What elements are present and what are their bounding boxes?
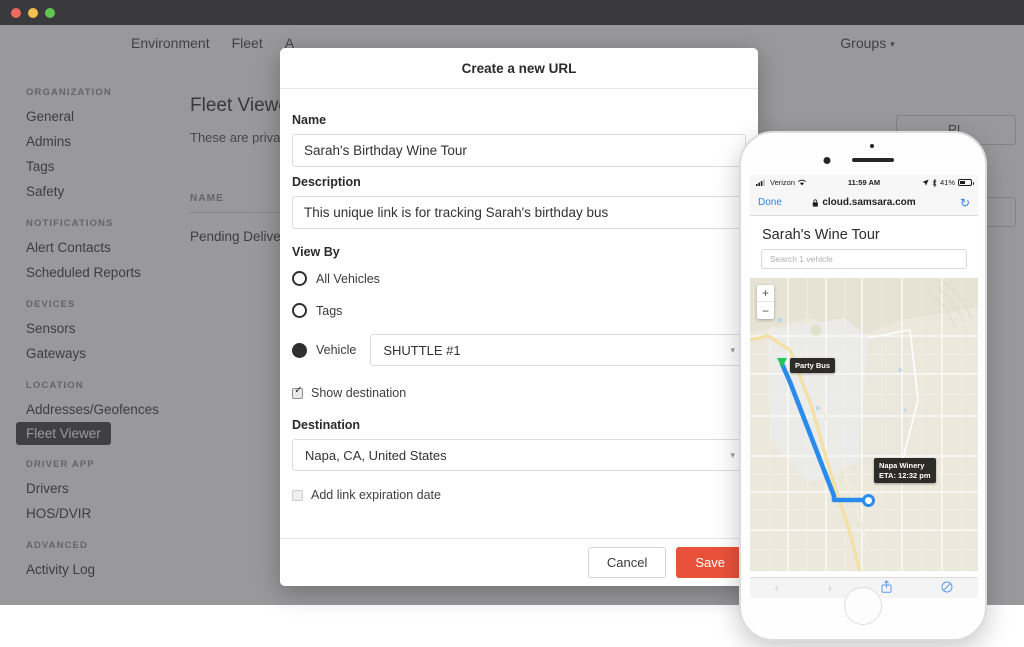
maximize-window-icon[interactable] [45, 8, 55, 18]
tracking-page-title: Sarah's Wine Tour [762, 227, 880, 243]
modal-title: Create a new URL [280, 48, 758, 89]
url-text-label: cloud.samsara.com [822, 197, 916, 208]
front-camera-icon [823, 157, 831, 164]
search-input[interactable]: Search 1 vehicle [761, 249, 967, 269]
location-arrow-icon [922, 179, 929, 186]
checkbox-add-link-expiration[interactable]: Add link expiration date [292, 488, 746, 502]
bookmarks-icon[interactable] [941, 581, 953, 596]
destination-info-label[interactable]: Napa Winery ETA: 12:32 pm [874, 458, 936, 484]
destination-marker-icon[interactable] [862, 494, 875, 507]
status-bar-time: 11:59 AM [847, 178, 881, 187]
checkbox-icon-show-destination [292, 385, 304, 399]
phone-mockup: Verizon 11:59 AM 41% Done cloud.samsara.… [739, 131, 987, 641]
phone-top-bezel [741, 133, 985, 175]
phone-screen: Verizon 11:59 AM 41% Done cloud.samsara.… [750, 175, 978, 577]
name-label: Name [292, 113, 327, 127]
window-titlebar [0, 0, 1024, 25]
save-button[interactable]: Save [676, 547, 744, 578]
window-traffic-lights [11, 8, 55, 18]
vehicle-marker-icon[interactable] [777, 358, 787, 368]
radio-label-vehicle: Vehicle [316, 343, 357, 357]
close-window-icon[interactable] [11, 8, 21, 18]
vehicle-label[interactable]: Party Bus [790, 358, 836, 374]
chevron-down-icon: ▾ [730, 449, 735, 460]
destination-label: Destination [292, 418, 361, 432]
back-icon[interactable]: ‹ [775, 581, 779, 595]
checkbox-label-add-link-expiration: Add link expiration date [311, 488, 441, 502]
forward-icon[interactable]: › [828, 581, 832, 595]
name-input[interactable]: Sarah's Birthday Wine Tour [292, 134, 746, 167]
earpiece-speaker-icon [852, 158, 894, 162]
radio-icon-all-vehicles [292, 271, 307, 286]
destination-select[interactable]: Napa, CA, United States ▾ [292, 439, 746, 471]
destination-name: Napa Winery [879, 460, 925, 470]
cancel-button[interactable]: Cancel [587, 547, 667, 578]
safari-url-bar: Done cloud.samsara.com ↻ [750, 190, 978, 216]
create-url-modal: Create a new URL Name Sarah's Birthday W… [280, 48, 758, 586]
radio-label-tags: Tags [316, 303, 343, 318]
vehicle-search-wrapper: Search 1 vehicle [750, 249, 978, 278]
battery-percent-label: 41% [939, 178, 955, 187]
description-label: Description [292, 175, 361, 189]
minimize-window-icon[interactable] [28, 8, 38, 18]
status-bar-left: Verizon [756, 178, 806, 187]
radio-option-vehicle[interactable]: Vehicle SHUTTLE #1 ▾ [292, 334, 746, 366]
chevron-down-icon: ▾ [730, 344, 735, 355]
modal-footer: Cancel Save [280, 538, 758, 586]
zoom-out-button[interactable]: − [757, 302, 774, 319]
checkbox-icon-add-link-expiration [292, 489, 303, 501]
zoom-in-button[interactable]: + [757, 285, 774, 302]
destination-eta: ETA: 12:32 pm [879, 470, 931, 480]
carrier-label: Verizon [770, 178, 796, 187]
share-icon[interactable] [881, 580, 892, 596]
battery-icon [958, 179, 974, 186]
checkbox-show-destination[interactable]: Show destination [292, 385, 746, 400]
map-graphics [750, 278, 978, 571]
radio-option-all-vehicles[interactable]: All Vehicles [292, 271, 746, 286]
destination-select-value: Napa, CA, United States [305, 447, 447, 463]
view-by-label: View By [292, 245, 340, 259]
signal-bars-icon [756, 179, 765, 186]
reload-icon[interactable]: ↻ [960, 196, 970, 210]
radio-label-all-vehicles: All Vehicles [316, 271, 380, 286]
proximity-sensor-icon [870, 144, 874, 148]
status-bar-right: 41% [922, 178, 974, 187]
radio-icon-vehicle [292, 342, 307, 358]
app-screenshot: Environment Fleet A Groups▾ ORGANIZATION… [0, 0, 1024, 647]
vehicle-select[interactable]: SHUTTLE #1 ▾ [370, 334, 746, 366]
map-zoom-controls: + − [757, 285, 774, 319]
vehicle-select-value: SHUTTLE #1 [383, 342, 461, 358]
tracking-map[interactable]: + − Party Bus Napa Winery ETA: 12:32 pm [750, 278, 978, 571]
radio-icon-tags [292, 303, 307, 318]
home-button[interactable] [844, 587, 882, 625]
lock-icon [812, 198, 818, 207]
done-button[interactable]: Done [758, 197, 782, 208]
radio-option-tags[interactable]: Tags [292, 303, 746, 318]
description-input[interactable]: This unique link is for tracking Sarah's… [292, 196, 746, 229]
phone-status-bar: Verizon 11:59 AM 41% [750, 175, 978, 190]
wifi-icon [798, 179, 806, 186]
checkbox-label-show-destination: Show destination [311, 386, 407, 400]
bluetooth-icon [932, 178, 937, 187]
modal-body: Name Sarah's Birthday Wine Tour Descript… [280, 89, 758, 538]
url-display[interactable]: cloud.samsara.com [812, 197, 916, 208]
